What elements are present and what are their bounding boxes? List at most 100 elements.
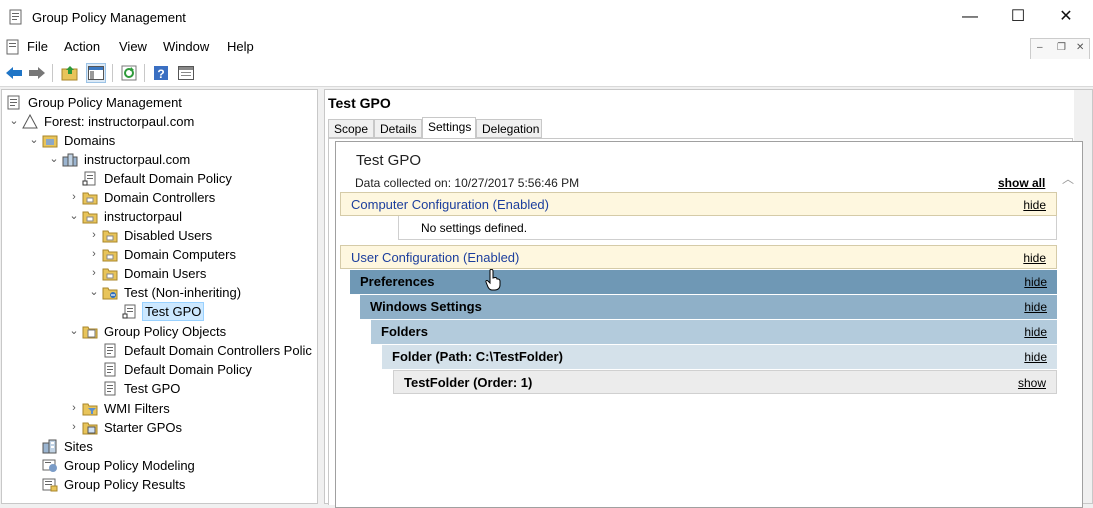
menu-help[interactable]: Help	[227, 39, 254, 54]
show-hide-console-tree-button[interactable]	[86, 63, 106, 83]
domains-icon	[42, 133, 58, 148]
user-configuration-hide-link[interactable]: hide	[1023, 251, 1046, 265]
expand-chevron-icon[interactable]: ›	[68, 418, 80, 437]
expand-chevron-icon[interactable]: ›	[88, 245, 100, 264]
expand-chevron-icon[interactable]: ›	[88, 264, 100, 283]
collapse-chevron-icon[interactable]: ⌄	[8, 112, 20, 131]
scroll-up-chevron-icon[interactable]: ︿	[1062, 170, 1074, 187]
computer-configuration-header[interactable]: Computer Configuration (Enabled) hide	[340, 192, 1057, 216]
gpo-container-icon	[82, 324, 98, 339]
close-button[interactable]: ✕	[1043, 0, 1089, 34]
forward-button[interactable]	[27, 63, 47, 83]
collapse-chevron-icon[interactable]: ⌄	[68, 207, 80, 226]
tab-details[interactable]: Details	[374, 119, 422, 138]
tree-item-domain-users[interactable]: › Domain Users	[88, 264, 308, 283]
tree-item-group-policy-results[interactable]: Group Policy Results	[28, 475, 308, 494]
ou-folder-icon	[102, 228, 118, 243]
tree-item-domains[interactable]: ⌄ Domains	[28, 131, 308, 150]
tree-item-sites[interactable]: Sites	[28, 437, 308, 456]
window-title: Group Policy Management	[32, 10, 186, 25]
tree-item-test-gpo-link[interactable]: Test GPO	[108, 302, 308, 321]
maximize-button[interactable]: ☐	[995, 0, 1041, 34]
collapse-chevron-icon[interactable]: ⌄	[68, 322, 80, 341]
folder-path-hide-link[interactable]: hide	[1024, 350, 1047, 364]
tree-item-default-domain-policy-link[interactable]: Default Domain Policy	[68, 169, 308, 188]
results-icon	[42, 477, 58, 492]
tree-item-label: Domain Users	[124, 266, 207, 281]
refresh-button[interactable]	[119, 63, 139, 83]
folders-header[interactable]: Folders hide	[371, 320, 1057, 344]
system-menu-icon[interactable]	[5, 39, 21, 55]
help-icon: ?	[154, 66, 168, 81]
tree-item-label: Sites	[64, 439, 93, 454]
gpo-icon	[102, 343, 118, 358]
tree-item-test-gpo[interactable]: Test GPO	[88, 379, 308, 398]
tree-item-group-policy-modeling[interactable]: Group Policy Modeling	[28, 456, 308, 475]
collapse-chevron-icon[interactable]: ⌄	[48, 150, 60, 169]
tree-item-group-policy-objects[interactable]: ⌄ Group Policy Objects	[68, 322, 308, 341]
up-one-level-button[interactable]	[60, 63, 80, 83]
testfolder-order-show-link[interactable]: show	[1018, 376, 1046, 390]
ou-folder-blocked-icon	[102, 285, 118, 300]
tree-item-default-domain-controllers-policy[interactable]: Default Domain Controllers Polic	[88, 341, 317, 360]
properties-button[interactable]	[176, 63, 196, 83]
user-configuration-label: User Configuration (Enabled)	[351, 250, 520, 265]
tree-item-domain-controllers[interactable]: › Domain Controllers	[68, 188, 308, 207]
folders-hide-link[interactable]: hide	[1024, 325, 1047, 339]
tree-item-group-policy-management[interactable]: Group Policy Management	[4, 93, 314, 112]
no-settings-row: No settings defined.	[398, 216, 1057, 240]
windows-settings-hide-link[interactable]: hide	[1024, 300, 1047, 314]
collapse-chevron-icon[interactable]: ⌄	[88, 283, 100, 302]
computer-configuration-hide-link[interactable]: hide	[1023, 198, 1046, 212]
tree-item-starter-gpos[interactable]: › Starter GPOs	[68, 418, 308, 437]
tree-item-label: Default Domain Policy	[124, 362, 252, 377]
tree-item-default-domain-policy[interactable]: Default Domain Policy	[88, 360, 308, 379]
tree-item-label: Test (Non-inheriting)	[124, 285, 242, 300]
tab-settings[interactable]: Settings	[422, 117, 476, 139]
sites-icon	[42, 439, 58, 454]
tree-item-forest[interactable]: ⌄ Forest: instructorpaul.com	[8, 112, 308, 131]
tree-item-label: WMI Filters	[104, 401, 170, 416]
windows-settings-header[interactable]: Windows Settings hide	[360, 295, 1057, 319]
show-hide-tree-icon	[88, 66, 104, 80]
tree-item-wmi-filters[interactable]: › WMI Filters	[68, 399, 308, 418]
folder-path-header[interactable]: Folder (Path: C:\TestFolder) hide	[382, 345, 1057, 369]
tab-scope[interactable]: Scope	[328, 119, 374, 138]
collapse-chevron-icon[interactable]: ⌄	[28, 131, 40, 150]
tree-item-label: Default Domain Policy	[104, 171, 232, 186]
preferences-header[interactable]: Preferences hide	[350, 270, 1057, 294]
minimize-button[interactable]: —	[947, 0, 993, 34]
menu-action[interactable]: Action	[64, 39, 100, 54]
expand-chevron-icon[interactable]: ›	[68, 188, 80, 207]
console-tree: Group Policy Management ⌄ Forest: instru…	[1, 89, 318, 504]
tree-item-label: Starter GPOs	[104, 420, 183, 435]
tree-item-label: Domain Computers	[124, 247, 236, 262]
show-all-link[interactable]: show all	[998, 176, 1045, 190]
mdi-restore-button[interactable]: ❐	[1057, 42, 1066, 53]
expand-chevron-icon[interactable]: ›	[88, 226, 100, 245]
help-button[interactable]: ?	[151, 63, 171, 83]
tree-item-label: Group Policy Objects	[104, 324, 227, 339]
tab-delegation[interactable]: Delegation	[476, 119, 542, 138]
menu-view[interactable]: View	[119, 39, 147, 54]
menu-window[interactable]: Window	[163, 39, 209, 54]
svg-text:?: ?	[157, 67, 164, 81]
tree-item-instructorpaul-ou[interactable]: ⌄ instructorpaul	[68, 207, 308, 226]
preferences-label: Preferences	[360, 274, 435, 289]
tree-item-test-non-inheriting[interactable]: ⌄ Test (Non-inheriting)	[88, 283, 308, 302]
tree-item-label: Domains	[64, 133, 116, 148]
tree-item-label: Group Policy Results	[64, 477, 186, 492]
testfolder-order-header[interactable]: TestFolder (Order: 1) show	[393, 370, 1057, 394]
mdi-minimize-button[interactable]: –	[1037, 42, 1043, 53]
preferences-hide-link[interactable]: hide	[1024, 275, 1047, 289]
user-configuration-header[interactable]: User Configuration (Enabled) hide	[340, 245, 1057, 269]
tree-item-domain-instructorpaul-com[interactable]: ⌄ instructorpaul.com	[48, 150, 308, 169]
expand-chevron-icon[interactable]: ›	[68, 399, 80, 418]
mdi-close-button[interactable]: ✕	[1076, 42, 1084, 53]
menu-file[interactable]: File	[27, 39, 48, 54]
forest-icon	[22, 113, 38, 129]
tree-item-disabled-users[interactable]: › Disabled Users	[88, 226, 308, 245]
back-arrow-icon	[6, 67, 22, 79]
tree-item-domain-computers[interactable]: › Domain Computers	[88, 245, 308, 264]
back-button[interactable]	[4, 63, 24, 83]
